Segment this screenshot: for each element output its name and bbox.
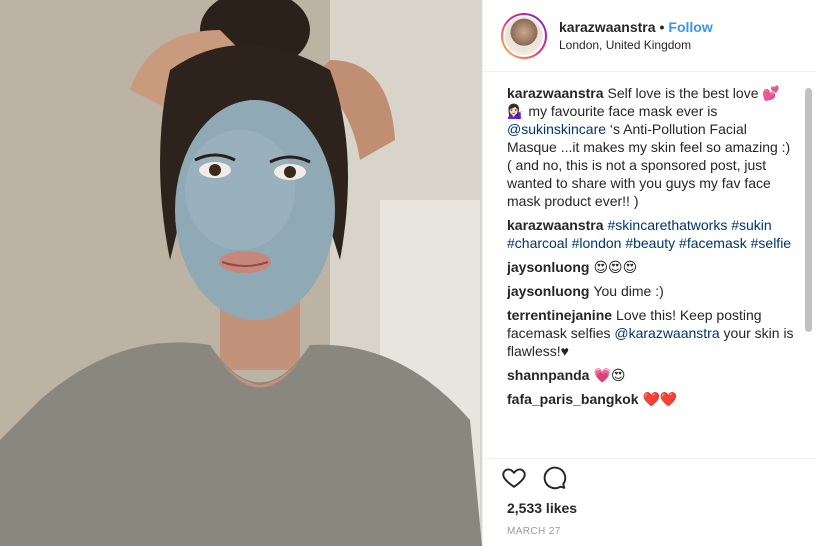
post-actions [501, 464, 567, 490]
comment-username[interactable]: fafa_paris_bangkok [507, 391, 639, 407]
comment-mention[interactable]: @karazwaanstra [614, 325, 719, 341]
comment-username[interactable]: jaysonluong [507, 283, 589, 299]
comment-icon[interactable] [541, 464, 567, 490]
header-username[interactable]: karazwaanstra [559, 18, 656, 36]
hashtag[interactable]: #beauty [625, 235, 675, 251]
instagram-post: karazwaanstra • Follow London, United Ki… [0, 0, 816, 546]
comment-text: You dime :) [593, 283, 664, 299]
selfie-illustration [0, 0, 482, 546]
comment-username[interactable]: karazwaanstra [507, 217, 604, 233]
comment: jaysonluong You dime :) [507, 282, 798, 300]
hashtag[interactable]: #facemask [679, 235, 747, 251]
post-photo[interactable] [0, 0, 482, 546]
avatar-image [503, 14, 545, 57]
comment: terrentinejanine Love this! Keep posting … [507, 306, 798, 360]
hashtag[interactable]: #skincarethatworks [608, 217, 728, 233]
comment-text: ❤️❤️ [642, 391, 678, 407]
header-text: karazwaanstra • Follow London, United Ki… [559, 18, 713, 54]
post-header: karazwaanstra • Follow London, United Ki… [483, 0, 816, 72]
scrollbar-thumb[interactable] [805, 88, 812, 332]
caption-mention[interactable]: @sukinskincare [507, 121, 606, 137]
heart-icon[interactable] [501, 464, 527, 490]
header-top-row: karazwaanstra • Follow [559, 18, 713, 36]
post-sidebar: karazwaanstra • Follow London, United Ki… [482, 0, 816, 546]
hashtag[interactable]: #sukin [731, 217, 771, 233]
caption-username[interactable]: karazwaanstra [507, 85, 604, 101]
post-date: MARCH 27 [507, 526, 561, 537]
comment: jaysonluong 😍😍😍 [507, 258, 798, 276]
caption: karazwaanstra Self love is the best love … [507, 84, 798, 210]
follow-button[interactable]: Follow [668, 18, 712, 36]
hashtag[interactable]: #charcoal [507, 235, 568, 251]
comment-hashtags: karazwaanstra #skincarethatworks #sukin #… [507, 216, 798, 252]
divider [483, 458, 816, 459]
comments-scrollbar[interactable] [805, 84, 812, 456]
location-link[interactable]: London, United Kingdom [559, 36, 713, 54]
comment-username[interactable]: shannpanda [507, 367, 589, 383]
hashtag[interactable]: #london [572, 235, 622, 251]
comment-text: 💗😍 [593, 367, 626, 383]
hashtag[interactable]: #selfie [751, 235, 791, 251]
separator-dot: • [659, 18, 665, 35]
comment-list[interactable]: karazwaanstra Self love is the best love … [507, 84, 798, 456]
comment: fafa_paris_bangkok ❤️❤️ [507, 390, 798, 408]
comment-username[interactable]: jaysonluong [507, 259, 589, 275]
avatar[interactable] [501, 12, 547, 59]
comment-text: 😍😍😍 [593, 259, 638, 275]
comment-username[interactable]: terrentinejanine [507, 307, 612, 323]
comment: shannpanda 💗😍 [507, 366, 798, 384]
likes-count[interactable]: 2,533 likes [507, 500, 577, 516]
